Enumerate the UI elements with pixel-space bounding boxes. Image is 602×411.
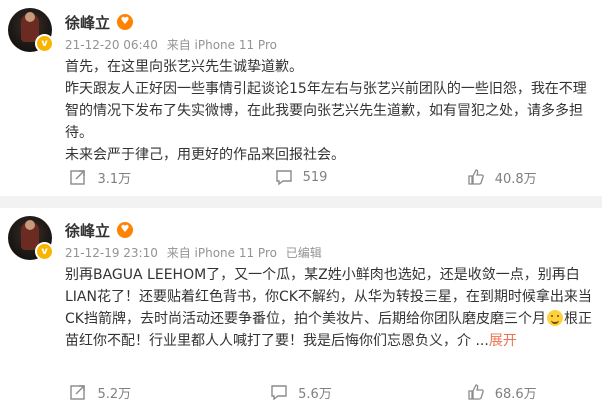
weibo-post: v 徐峰立 ♥ 21-12-19 23:10 来自 iPhone 11 Pro …	[0, 208, 602, 411]
repost-button[interactable]: 5.2万	[0, 383, 201, 402]
post-paragraph: 别再BAGUA LEEHOM了，又一个瓜，某Z姓小鲜肉也选妃，还是收敛一点，别再…	[65, 264, 595, 352]
repost-button[interactable]: 3.1万	[0, 168, 201, 187]
sweat-smile-emoji-icon	[546, 310, 563, 326]
like-button[interactable]: 68.6万	[401, 383, 602, 402]
edited-label[interactable]: 已编辑	[286, 246, 322, 260]
post-time[interactable]: 21-12-19 23:10	[65, 246, 158, 260]
vip-badge-icon[interactable]: ♥	[117, 14, 134, 30]
post-content: 别再BAGUA LEEHOM了，又一个瓜，某Z姓小鲜肉也选妃，还是收敛一点，别再…	[65, 264, 595, 352]
avatar[interactable]: v	[8, 8, 54, 53]
like-icon	[468, 169, 484, 185]
verified-badge-icon: v	[35, 242, 54, 261]
comment-count: 5.6万	[298, 386, 332, 402]
verified-badge-icon: v	[35, 34, 54, 53]
repost-icon	[70, 385, 86, 400]
author-name[interactable]: 徐峰立	[65, 220, 110, 241]
post-meta: 21-12-19 23:10 来自 iPhone 11 Pro 已编辑	[65, 244, 327, 261]
vip-badge-icon[interactable]: ♥	[117, 222, 134, 238]
avatar[interactable]: v	[8, 216, 54, 261]
post-time[interactable]: 21-12-20 06:40	[65, 38, 158, 52]
author-name[interactable]: 徐峰立	[65, 12, 110, 33]
post-paragraph: 首先，在这里向张艺兴先生诚挚道歉。	[65, 59, 303, 75]
post-content: 首先，在这里向张艺兴先生诚挚道歉。 昨天跟友人正好因一些事情引起谈论15年左右与…	[65, 56, 595, 166]
post-paragraph: 昨天跟友人正好因一些事情引起谈论15年左右与张艺兴前团队的一些旧怨，我在不理智的…	[65, 81, 587, 141]
action-bar: 3.1万 519 40.8万	[0, 158, 602, 196]
post-meta: 21-12-20 06:40 来自 iPhone 11 Pro	[65, 36, 282, 53]
repost-count: 5.2万	[97, 386, 132, 402]
like-count: 40.8万	[494, 171, 537, 187]
repost-icon	[70, 170, 86, 185]
post-text: 别再BAGUA LEEHOM了，又一个瓜，某Z姓小鲜肉也选妃，还是收敛一点，别再…	[65, 267, 592, 327]
post-separator	[0, 196, 602, 208]
action-bar: 5.2万 5.6万 68.6万	[0, 373, 602, 411]
repost-count: 3.1万	[97, 171, 132, 187]
comment-icon	[271, 385, 287, 401]
like-count: 68.6万	[494, 386, 537, 402]
like-icon	[468, 384, 484, 400]
weibo-post: v 徐峰立 ♥ 21-12-20 06:40 来自 iPhone 11 Pro …	[0, 0, 602, 196]
expand-link[interactable]: 展开	[489, 333, 517, 349]
post-source: 来自 iPhone 11 Pro	[166, 246, 277, 260]
like-button[interactable]: 40.8万	[401, 168, 602, 187]
comment-button[interactable]: 5.6万	[201, 383, 402, 402]
comment-count: 519	[302, 169, 328, 185]
weibo-feed: v 徐峰立 ♥ 21-12-20 06:40 来自 iPhone 11 Pro …	[0, 0, 602, 411]
comment-button[interactable]: 519	[201, 168, 402, 186]
post-source: 来自 iPhone 11 Pro	[166, 38, 277, 52]
comment-icon	[275, 170, 292, 186]
